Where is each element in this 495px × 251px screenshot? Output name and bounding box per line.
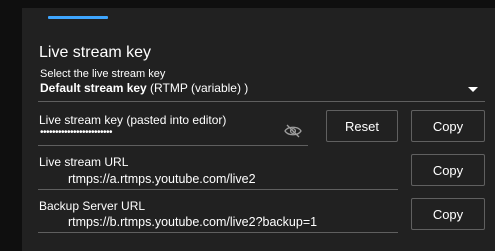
stream-key-select-label: Select the live stream key xyxy=(40,68,166,80)
copy-stream-key-button[interactable]: Copy xyxy=(411,110,485,142)
stream-key-select-type: (RTMP (variable) ) xyxy=(146,81,249,95)
reset-button[interactable]: Reset xyxy=(326,110,398,142)
stream-key-select-name: Default stream key xyxy=(40,81,147,95)
select-underline xyxy=(38,101,485,102)
backup-url-label: Backup Server URL xyxy=(39,199,146,213)
stream-key-masked-value: •••••••••••••••••••••••• xyxy=(40,127,113,138)
stream-key-label: Live stream key (pasted into editor) xyxy=(39,113,227,127)
stream-settings-frame: Live stream key Select the live stream k… xyxy=(0,0,495,251)
stream-key-select[interactable]: Default stream key (RTMP (variable) ) xyxy=(40,81,248,95)
stream-url-value: rtmps://a.rtmps.youtube.com/live2 xyxy=(68,172,256,186)
backup-url-value: rtmps://b.rtmps.youtube.com/live2?backup… xyxy=(68,215,318,229)
stream-key-underline xyxy=(38,145,308,146)
stream-url-underline xyxy=(38,189,398,190)
copy-backup-url-button[interactable]: Copy xyxy=(411,198,485,230)
active-tab-indicator xyxy=(48,16,108,19)
chevron-down-icon[interactable] xyxy=(468,87,478,92)
backup-url-underline xyxy=(38,232,398,233)
stream-url-label: Live stream URL xyxy=(39,155,129,169)
copy-stream-url-button[interactable]: Copy xyxy=(411,154,485,186)
section-title: Live stream key xyxy=(39,44,152,61)
eye-off-icon[interactable] xyxy=(284,124,302,138)
